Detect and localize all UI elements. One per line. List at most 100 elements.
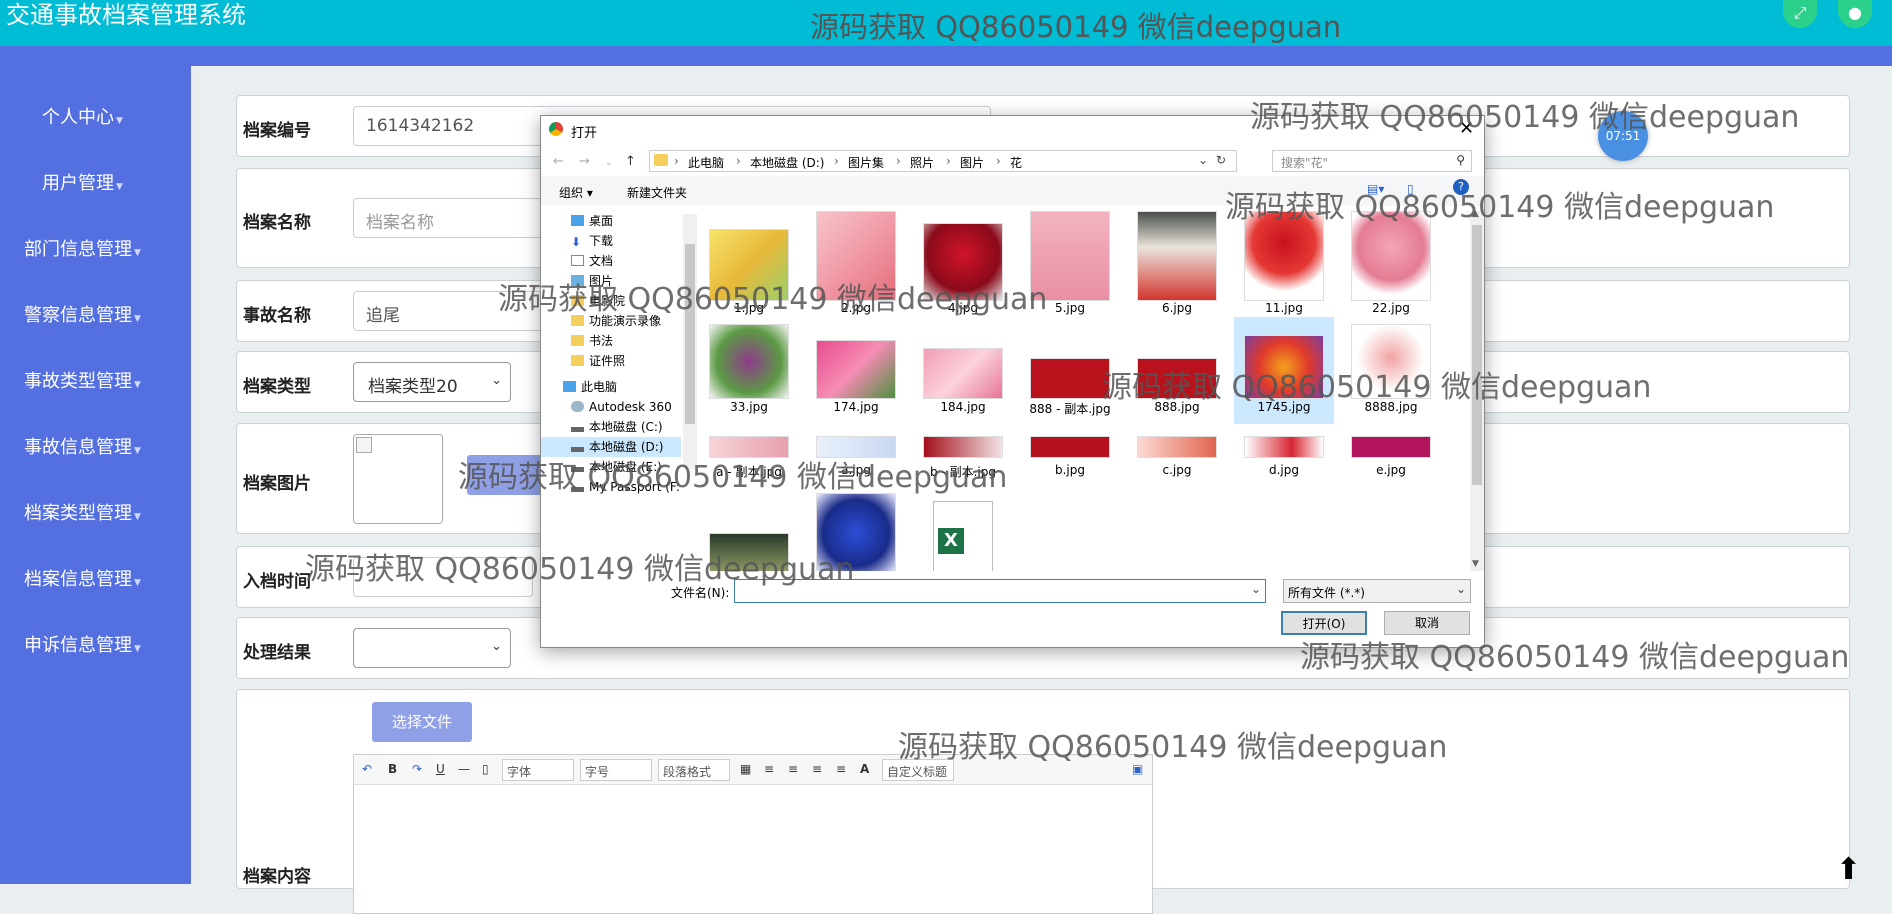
nav-item-documents[interactable]: 文档 [541,251,681,271]
sidebar-item-appeals[interactable]: 申诉信息管理 ▼ [0,631,165,657]
justify-icon[interactable]: ≡ [836,762,846,776]
file-tile[interactable]: 33.jpg [699,324,799,434]
back-arrow-icon[interactable]: ← [553,154,564,169]
file-tile[interactable]: b.jpg [1020,436,1120,486]
file-tile[interactable]: d.jpg [1234,436,1334,486]
filetype-select[interactable]: 所有文件 (*.*) ⌄ [1283,579,1471,603]
image-thumbnail [816,340,896,399]
label-archive-no: 档案编号 [243,121,311,141]
chevron-down-icon[interactable]: ⌄ [1251,582,1261,596]
file-tile[interactable]: e.jpg [1341,436,1441,486]
file-tile[interactable]: 22.jpg [1341,211,1441,321]
breadcrumb-separator-icon: › [996,154,1001,168]
nav-scrollbar[interactable] [683,214,697,469]
organize-menu[interactable]: 组织 ▾ [559,184,593,201]
sidebar-item-departments[interactable]: 部门信息管理 ▼ [0,235,165,261]
nav-item-autodesk[interactable]: Autodesk 360 [541,397,681,417]
choose-file-button[interactable]: 选择文件 [372,702,472,742]
chevron-down-icon[interactable]: ⌄ [1198,153,1208,167]
address-bar[interactable]: › 此电脑 › 本地磁盘 (D:) › 图片集 › 照片 › 图片 › 花 ⌄ … [649,150,1237,172]
result-select[interactable]: ⌄ [353,628,511,668]
back-to-top-icon[interactable]: ⬆ [1836,852,1861,887]
sidebar-item-personal-center[interactable]: 个人中心 ▼ [0,103,165,129]
breadcrumb-item[interactable]: 花 [1010,154,1022,171]
sidebar-item-archives[interactable]: 档案信息管理 ▼ [0,565,165,591]
breadcrumb-item[interactable]: 本地磁盘 (D:) [750,154,824,171]
caret-down-icon: ▼ [134,644,141,654]
expand-icon: ⤢ [1793,3,1807,22]
chevron-down-icon: ⌄ [491,373,502,388]
sidebar-item-accident-types[interactable]: 事故类型管理 ▼ [0,367,165,393]
file-tile[interactable]: 174.jpg [806,324,906,434]
folder-icon [571,355,584,366]
chevron-down-icon: ⌄ [491,639,502,654]
image-thumbnail [1137,211,1217,301]
align-center-icon[interactable]: ≡ [788,762,798,776]
file-tile[interactable]: 184.jpg [913,324,1013,434]
nav-item-folder[interactable]: 书法 [541,331,681,351]
file-tile[interactable]: X [913,493,1013,571]
breadcrumb-separator-icon: › [946,154,951,168]
file-tile[interactable]: 6.jpg [1127,211,1227,321]
sidebar-item-archive-types[interactable]: 档案类型管理 ▼ [0,499,165,525]
user-button[interactable]: ● [1838,0,1872,28]
breadcrumb-item[interactable]: 图片 [960,154,984,171]
document-icon [571,255,584,266]
watermark: 源码获取 QQ86050149 微信deepguan [305,552,855,587]
redo-icon[interactable]: ↷ [412,762,422,776]
breadcrumb-item[interactable]: 照片 [910,154,934,171]
breadcrumb-separator-icon: › [896,154,901,168]
align-left-icon[interactable]: ≡ [764,762,774,776]
file-tile[interactable]: 11.jpg [1234,211,1334,321]
search-input[interactable]: 搜索"花" ⚲ [1272,150,1472,172]
scroll-thumb[interactable] [685,244,695,424]
caret-down-icon: ▼ [116,182,123,192]
font-family-select[interactable]: 字体 [502,759,574,781]
recent-locations-icon[interactable]: ⌄ [605,158,613,168]
bold-icon[interactable]: B [388,762,397,776]
breadcrumb-item[interactable]: 图片集 [848,154,884,171]
computer-icon [563,381,576,392]
scroll-thumb[interactable] [1472,225,1482,485]
sidebar-item-users[interactable]: 用户管理 ▼ [0,169,165,195]
caret-down-icon: ▼ [134,248,141,258]
undo-icon[interactable]: ↶ [362,762,372,776]
horizontal-rule-icon[interactable]: — [458,762,470,776]
watermark: 源码获取 QQ86050149 微信deepguan [1102,370,1652,405]
image-thumbnail [923,348,1003,399]
sidebar-item-accidents[interactable]: 事故信息管理 ▼ [0,433,165,459]
sidebar-item-police[interactable]: 警察信息管理 ▼ [0,301,165,327]
nav-item-downloads[interactable]: ⬇ 下载 [541,231,681,251]
file-tile[interactable]: c.jpg [1127,436,1227,486]
align-right-icon[interactable]: ≡ [812,762,822,776]
user-icon: ● [1848,3,1862,22]
image-thumbnail [1244,436,1324,458]
nav-item-drive-c[interactable]: 本地磁盘 (C:) [541,417,681,437]
caret-down-icon: ▼ [134,314,141,324]
scroll-down-icon[interactable]: ▼ [1472,559,1479,569]
table-icon[interactable]: ▦ [740,762,751,776]
breadcrumb-item[interactable]: 此电脑 [688,154,724,171]
fullscreen-button[interactable]: ⤢ [1783,0,1817,28]
paragraph-format-select[interactable]: 段落格式 [658,759,730,781]
underline-icon[interactable]: U [436,762,445,776]
nav-item-folder[interactable]: 证件照 [541,351,681,371]
watermark: 源码获取 QQ86050149 微信deepguan [458,460,1008,495]
document-icon[interactable]: ▯ [482,762,489,776]
refresh-icon[interactable]: ↻ [1216,153,1226,167]
watermark: 源码获取 QQ86050149 微信deepguan [898,730,1448,765]
nav-item-this-pc[interactable]: 此电脑 [541,377,681,397]
forward-arrow-icon[interactable]: → [579,154,590,169]
rich-text-editor[interactable]: ↶ B ↷ U — ▯ 字体 字号 段落格式 ▦ ≡ ≡ ≡ ≡ A 自定义标题… [353,754,1153,914]
drive-icon [571,427,584,432]
caret-down-icon: ▼ [134,578,141,588]
archive-type-select[interactable]: 档案类型20 ⌄ [353,362,511,402]
font-size-select[interactable]: 字号 [580,759,652,781]
new-folder-button[interactable]: 新建文件夹 [627,184,687,201]
watermark: 源码获取 QQ86050149 微信deepguan [1250,100,1800,135]
up-arrow-icon[interactable]: ↑ [625,154,636,169]
watermark: 源码获取 QQ86050149 微信deepguan [1225,190,1775,225]
font-color-icon[interactable]: A [860,762,869,776]
nav-item-desktop[interactable]: 桌面 [541,211,681,231]
label-archive-name: 档案名称 [243,213,311,233]
